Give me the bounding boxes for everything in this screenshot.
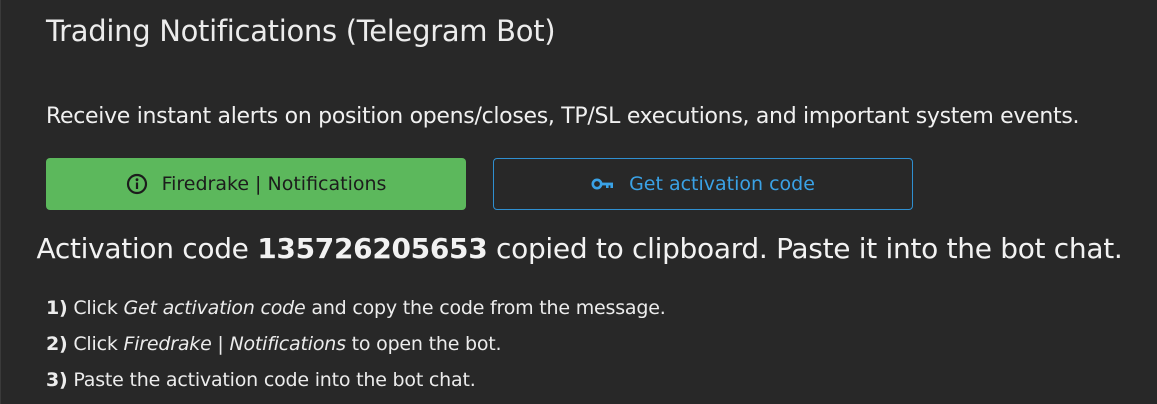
activation-suffix: copied to clipboard. Paste it into the b… bbox=[487, 232, 1123, 265]
step-text: and copy the code from the message. bbox=[305, 297, 666, 319]
step-text: to open the bot. bbox=[345, 333, 502, 355]
section-description: Receive instant alerts on position opens… bbox=[46, 104, 1080, 129]
step-number: 2) bbox=[46, 333, 68, 355]
activation-prefix: Activation code bbox=[36, 232, 258, 265]
step-number: 3) bbox=[46, 369, 68, 391]
step-emphasis: Get activation code bbox=[123, 297, 306, 319]
step-item: 2) Click Firedrake | Notifications to op… bbox=[46, 331, 666, 367]
step-item: 3) Paste the activation code into the bo… bbox=[46, 367, 666, 403]
step-number: 1) bbox=[46, 297, 68, 319]
telegram-notifications-panel: Trading Notifications (Telegram Bot) Rec… bbox=[0, 0, 1157, 404]
step-text: Paste the activation code into the bot c… bbox=[67, 369, 476, 391]
key-icon bbox=[591, 177, 615, 191]
info-circle-icon bbox=[126, 173, 148, 195]
get-activation-code-label: Get activation code bbox=[629, 173, 815, 195]
open-bot-button[interactable]: Firedrake | Notifications bbox=[46, 158, 466, 210]
step-text: Click bbox=[67, 297, 124, 319]
get-activation-code-button[interactable]: Get activation code bbox=[493, 158, 913, 210]
open-bot-label: Firedrake | Notifications bbox=[161, 173, 387, 195]
activation-message: Activation code 135726205653 copied to c… bbox=[1, 232, 1157, 265]
step-text: Click bbox=[67, 333, 124, 355]
instruction-steps: 1) Click Get activation code and copy th… bbox=[46, 295, 666, 403]
step-item: 1) Click Get activation code and copy th… bbox=[46, 295, 666, 331]
activation-code: 135726205653 bbox=[257, 232, 488, 265]
step-emphasis: Firedrake | Notifications bbox=[123, 333, 346, 355]
section-title: Trading Notifications (Telegram Bot) bbox=[46, 14, 556, 48]
